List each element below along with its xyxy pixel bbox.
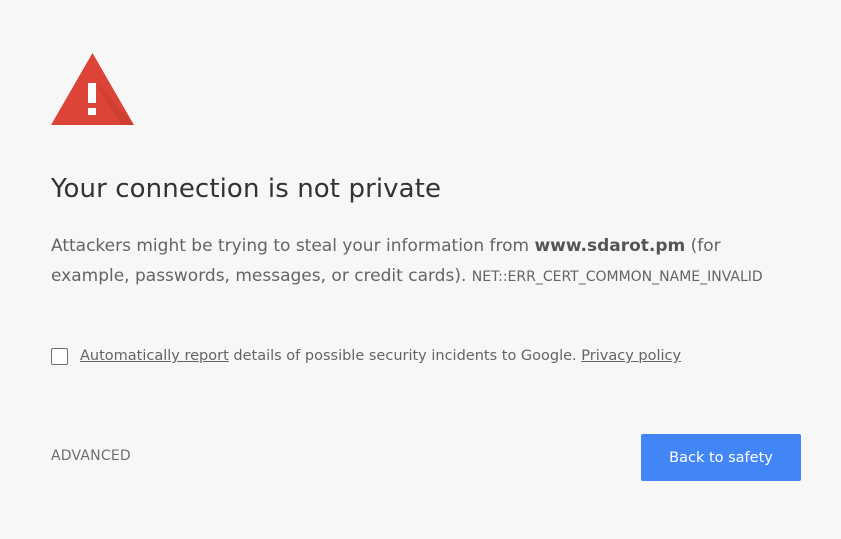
explanation-text-before: Attackers might be trying to steal your … bbox=[51, 236, 535, 256]
automatically-report-link[interactable]: Automatically report bbox=[80, 348, 229, 364]
extended-reporting-checkbox[interactable] bbox=[51, 347, 68, 365]
privacy-policy-link[interactable]: Privacy policy bbox=[581, 348, 681, 364]
back-to-safety-button[interactable]: Back to safety bbox=[641, 434, 801, 481]
extended-reporting-text: details of possible security incidents t… bbox=[228, 348, 582, 364]
main-heading: Your connection is not private bbox=[51, 174, 442, 204]
main-message: Attackers might be trying to steal your … bbox=[51, 231, 796, 292]
hostname: www.sdarot.pm bbox=[534, 236, 686, 256]
warning-triangle-icon bbox=[51, 53, 134, 125]
interstitial-page: Your connection is not private Attackers… bbox=[0, 0, 841, 539]
extended-reporting-option: Automatically report details of possible… bbox=[51, 344, 681, 368]
warning-exclamation-dot bbox=[88, 108, 96, 115]
error-code: NET::ERR_CERT_COMMON_NAME_INVALID bbox=[471, 269, 763, 285]
warning-exclamation-bar bbox=[88, 83, 96, 103]
extended-reporting-label: Automatically report details of possible… bbox=[80, 348, 681, 364]
advanced-button[interactable]: ADVANCED bbox=[51, 448, 131, 464]
